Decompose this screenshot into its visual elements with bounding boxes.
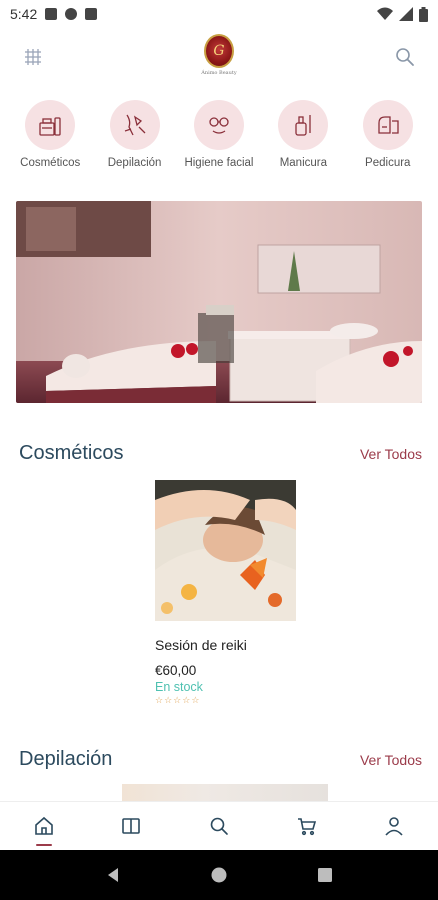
status-time: 5:42 — [10, 6, 38, 22]
pedicure-icon — [378, 116, 399, 134]
user-icon — [385, 816, 403, 836]
manicure-icon — [295, 115, 312, 136]
section-hair-removal-header: Depilación Ver Todos — [19, 748, 422, 771]
category-facial[interactable]: Higiene facial — [179, 100, 259, 190]
search-icon — [396, 48, 414, 66]
category-circle — [25, 100, 76, 150]
category-circle — [362, 100, 413, 150]
grid-menu-icon — [25, 49, 41, 65]
cart-icon — [297, 817, 316, 835]
recents-icon[interactable] — [316, 866, 334, 884]
category-label: Higiene facial — [184, 157, 254, 169]
menu-button[interactable] — [20, 44, 46, 70]
promo-banner[interactable] — [16, 201, 422, 403]
product-card[interactable]: Sesión de reiki €60,00 En stock ☆ ☆ ☆ ☆ … — [155, 480, 296, 705]
reiki-session-image — [155, 480, 296, 621]
signal-icon — [399, 7, 413, 21]
nav-home[interactable] — [24, 806, 64, 846]
search-button[interactable] — [392, 44, 418, 70]
book-icon — [122, 817, 141, 834]
stock-status: En stock — [155, 680, 203, 694]
bottom-navigation — [0, 801, 438, 849]
spa-room-image — [16, 201, 422, 403]
category-label: Pedicura — [365, 157, 411, 169]
hair-removal-icon — [124, 114, 146, 136]
home-icon — [34, 816, 53, 835]
search-icon — [210, 817, 228, 835]
section-cosmetics-header: Cosméticos Ver Todos — [19, 442, 422, 465]
star-icon: ☆ — [155, 695, 164, 705]
section-title: Depilación — [19, 748, 113, 770]
notification-icon — [45, 8, 58, 20]
star-icon: ☆ — [182, 695, 191, 705]
sd-card-icon — [85, 8, 98, 20]
star-icon: ☆ — [173, 695, 182, 705]
category-list: Cosméticos Depilación Higiene facial Man… — [0, 100, 438, 190]
rating-stars: ☆ ☆ ☆ ☆ ☆ — [155, 696, 296, 705]
category-circle — [109, 100, 160, 150]
category-cosmetics[interactable]: Cosméticos — [10, 100, 90, 190]
nav-search[interactable] — [199, 806, 239, 846]
system-navigation-bar — [0, 850, 438, 900]
category-hair-removal[interactable]: Depilación — [95, 100, 175, 190]
product-price: €60,00 — [155, 663, 197, 678]
section-title: Cosméticos — [19, 442, 124, 464]
wifi-icon — [377, 7, 393, 20]
category-circle — [278, 100, 329, 150]
nav-cart[interactable] — [287, 806, 327, 846]
category-circle — [193, 100, 244, 150]
see-all-link[interactable]: Ver Todos — [360, 752, 422, 768]
category-label: Cosméticos — [20, 157, 81, 169]
star-icon: ☆ — [191, 695, 200, 705]
category-manicure[interactable]: Manicura — [263, 100, 343, 190]
product-image[interactable] — [155, 480, 296, 621]
cosmetics-icon — [39, 117, 61, 136]
category-label: Depilación — [107, 157, 162, 169]
status-bar: 5:42 — [0, 0, 438, 28]
home-circle-icon[interactable] — [210, 866, 228, 884]
product-name[interactable]: Sesión de reiki — [155, 637, 296, 653]
logo-caption: Ánimo Beauty — [201, 70, 237, 76]
logo-badge: G — [204, 34, 234, 68]
battery-icon — [419, 6, 428, 22]
back-icon[interactable] — [104, 866, 122, 884]
see-all-link[interactable]: Ver Todos — [360, 446, 422, 462]
nav-catalog[interactable] — [111, 806, 151, 846]
nav-account[interactable] — [374, 806, 414, 846]
notification-icon — [65, 8, 78, 20]
category-label: Manicura — [279, 157, 328, 169]
product-image[interactable] — [122, 784, 328, 802]
facial-icon — [209, 117, 229, 134]
app-header: G Ánimo Beauty — [0, 30, 438, 86]
star-icon: ☆ — [164, 695, 173, 705]
brand-logo[interactable]: G Ánimo Beauty — [199, 34, 239, 82]
category-pedicure[interactable]: Pedicura — [348, 100, 428, 190]
